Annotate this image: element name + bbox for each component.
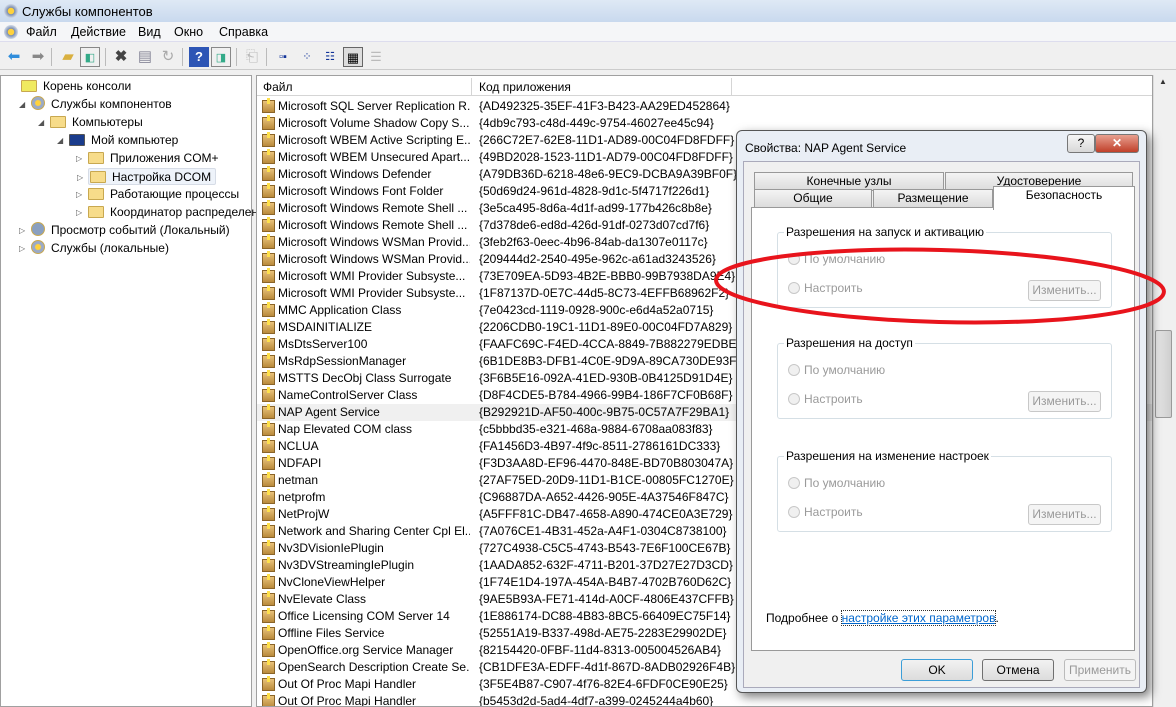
tab-security[interactable]: Безопасность	[993, 186, 1135, 210]
red-annotation-ellipse	[714, 247, 1166, 325]
